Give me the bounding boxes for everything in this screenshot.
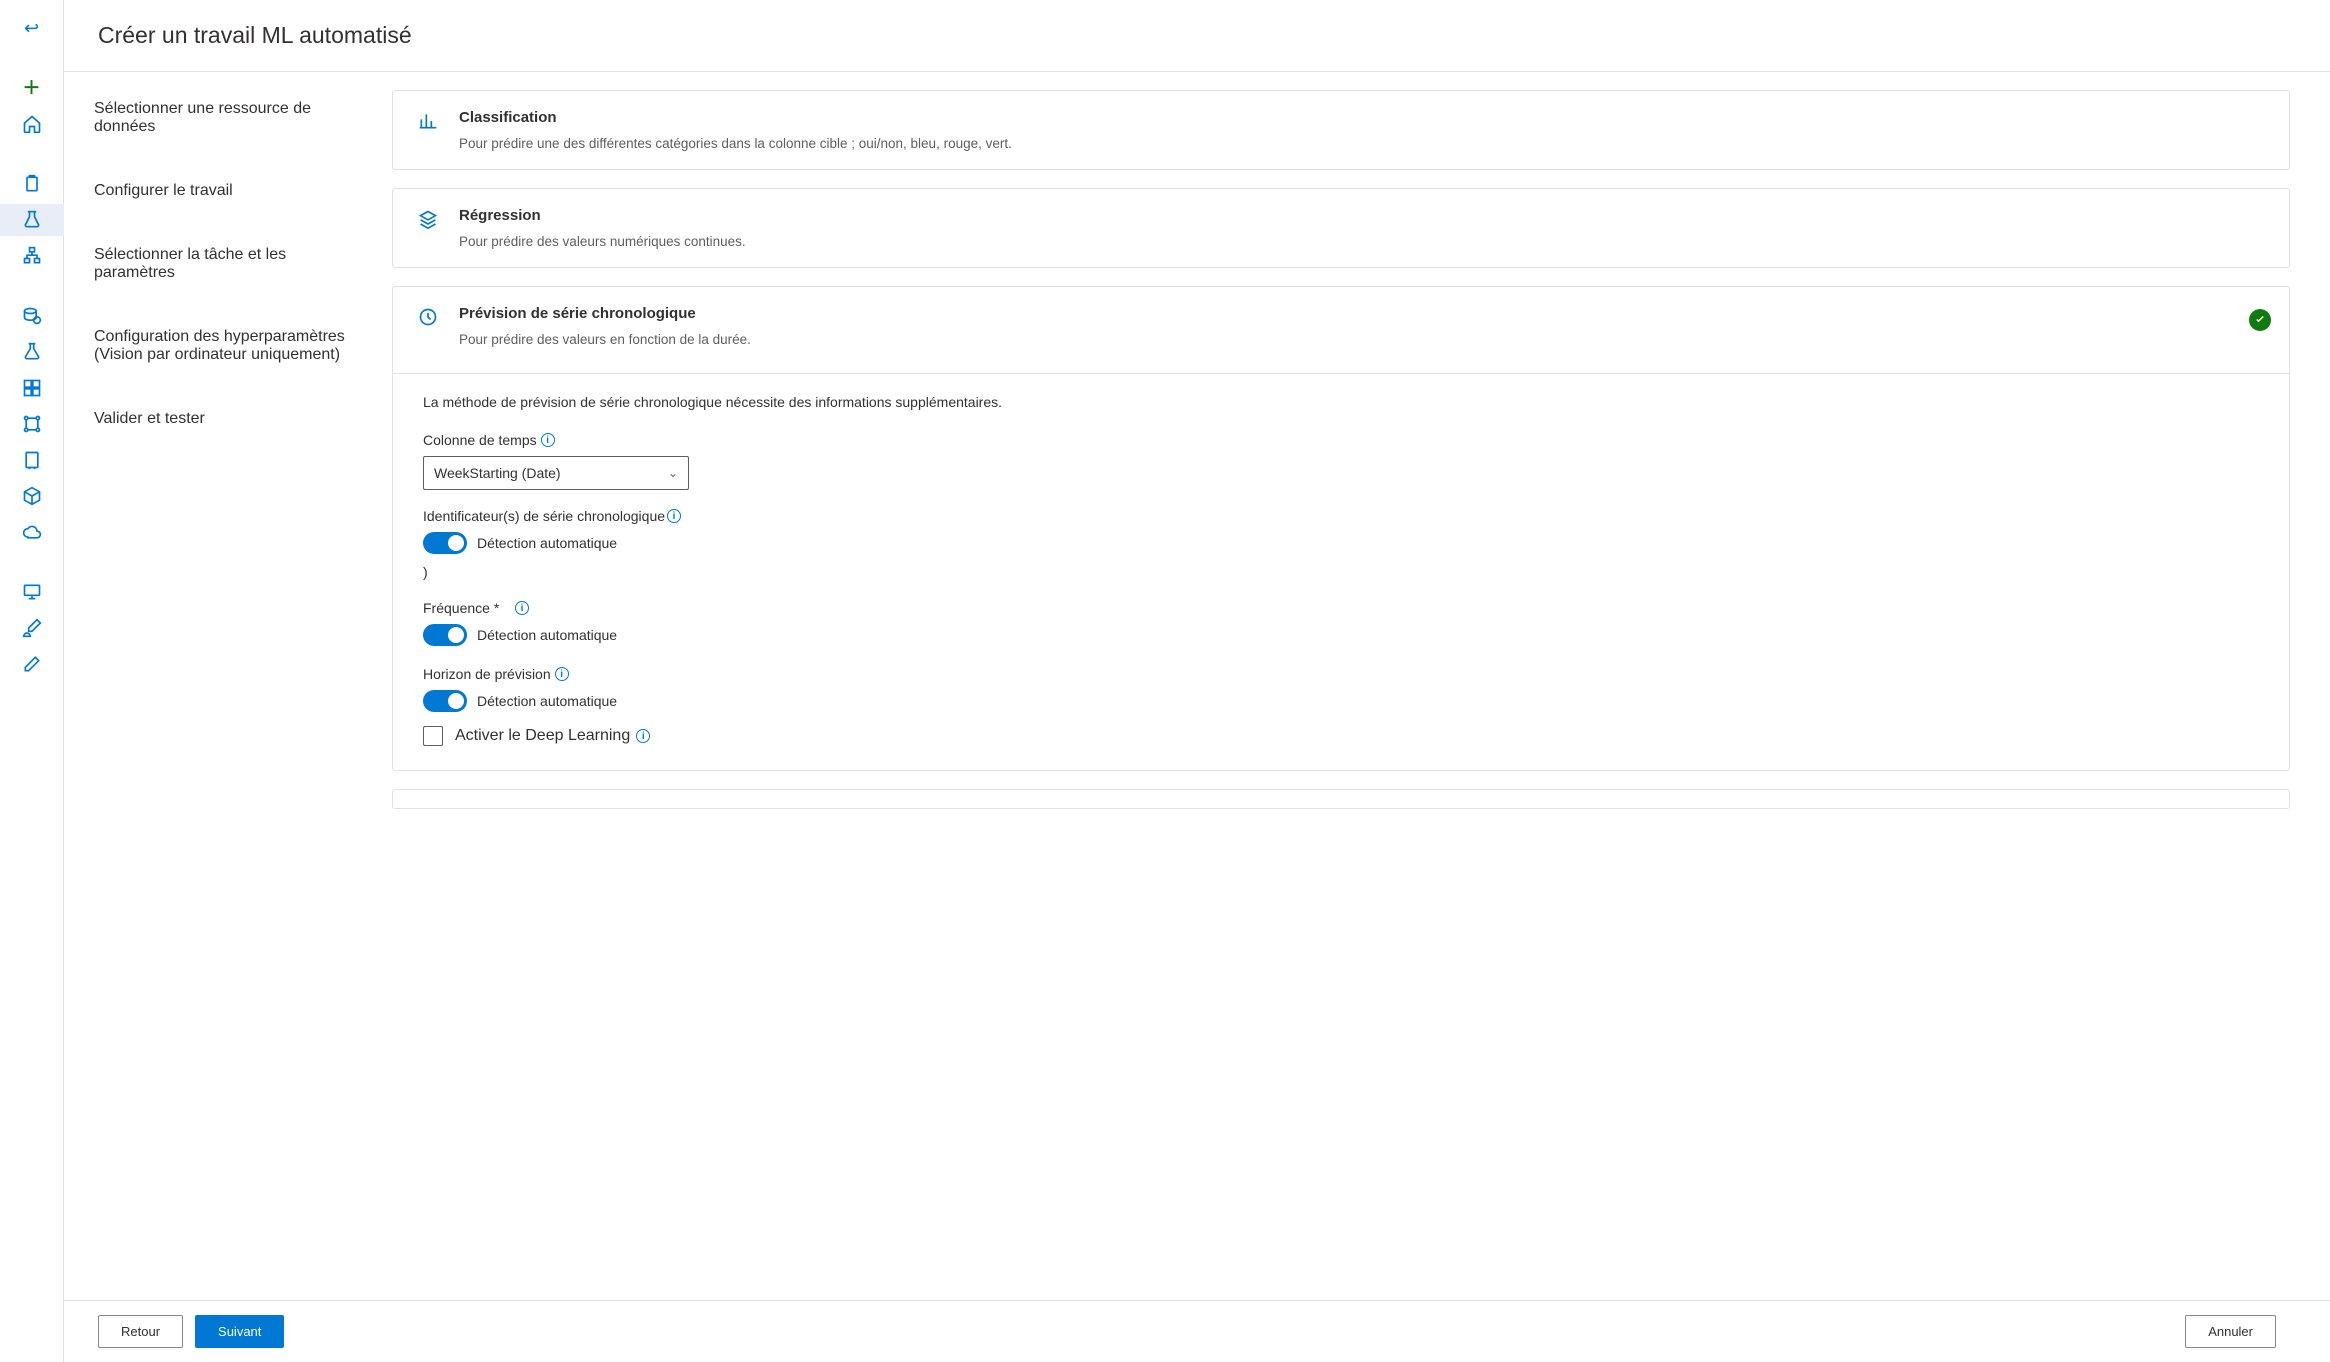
compute-icon[interactable]	[0, 444, 64, 476]
back-button[interactable]: Retour	[98, 1315, 183, 1348]
back-icon[interactable]: ↩	[0, 12, 64, 44]
forecast-helper-text: La méthode de prévision de série chronol…	[423, 394, 2259, 410]
flask-variant-icon[interactable]	[0, 204, 64, 236]
beaker-icon[interactable]	[0, 336, 64, 368]
frequency-label: Fréquence *	[423, 600, 499, 616]
wizard-steps: Sélectionner une ressource de données Co…	[64, 72, 374, 1362]
stray-paren: )	[423, 564, 2259, 580]
regression-title: Régression	[459, 207, 2265, 224]
components-icon[interactable]	[0, 372, 64, 404]
time-column-value: WeekStarting (Date)	[434, 465, 561, 481]
classification-title: Classification	[459, 109, 2265, 126]
paintbrush-icon[interactable]	[0, 612, 64, 644]
chevron-down-icon: ⌄	[668, 466, 678, 480]
sitemap-icon[interactable]	[0, 240, 64, 272]
series-id-label: Identificateur(s) de série chronologique	[423, 508, 665, 524]
add-icon[interactable]: ＋	[0, 72, 64, 104]
toggle-label: Détection automatique	[477, 535, 617, 551]
task-card-forecast[interactable]: Prévision de série chronologique Pour pr…	[392, 286, 2290, 771]
toggle-label: Détection automatique	[477, 693, 617, 709]
info-icon[interactable]: i	[667, 509, 681, 523]
deep-learning-label: Activer le Deep Learning	[455, 727, 630, 745]
task-card-next[interactable]	[392, 789, 2290, 809]
left-nav-rail: ↩ ＋	[0, 0, 64, 1362]
layers-icon	[417, 207, 439, 229]
pipeline-icon[interactable]	[0, 408, 64, 440]
clipboard-icon[interactable]	[0, 168, 64, 200]
selected-check-icon	[2249, 309, 2271, 331]
deep-learning-checkbox[interactable]	[423, 726, 443, 746]
cube-icon[interactable]	[0, 480, 64, 512]
time-column-label: Colonne de temps	[423, 432, 537, 448]
clock-icon	[417, 305, 439, 327]
wizard-step-select-data[interactable]: Sélectionner une ressource de données	[94, 100, 350, 136]
edit-icon[interactable]	[0, 648, 64, 680]
horizon-autodetect-toggle[interactable]	[423, 690, 467, 712]
regression-desc: Pour prédire des valeurs numériques cont…	[459, 234, 2265, 249]
wizard-step-validate: Valider et tester	[94, 410, 350, 428]
cancel-button[interactable]: Annuler	[2185, 1315, 2276, 1348]
monitor-icon[interactable]	[0, 576, 64, 608]
series-id-autodetect-toggle[interactable]	[423, 532, 467, 554]
horizon-label: Horizon de prévision	[423, 666, 551, 682]
wizard-footer: Retour Suivant Annuler	[64, 1300, 2330, 1362]
classification-desc: Pour prédire une des différentes catégor…	[459, 136, 2265, 151]
data-icon[interactable]	[0, 300, 64, 332]
forecast-title: Prévision de série chronologique	[459, 305, 2265, 322]
toggle-label: Détection automatique	[477, 627, 617, 643]
next-button[interactable]: Suivant	[195, 1315, 284, 1348]
time-column-select[interactable]: WeekStarting (Date) ⌄	[423, 456, 689, 490]
forecast-desc: Pour prédire des valeurs en fonction de …	[459, 332, 2265, 347]
info-icon[interactable]: i	[541, 433, 555, 447]
cloud-icon[interactable]	[0, 516, 64, 548]
forecast-settings: La méthode de prévision de série chronol…	[393, 373, 2289, 770]
wizard-step-configure-job[interactable]: Configurer le travail	[94, 182, 350, 200]
home-icon[interactable]	[0, 108, 64, 140]
info-icon[interactable]: i	[515, 601, 529, 615]
bar-chart-icon	[417, 109, 439, 131]
wizard-step-select-task[interactable]: Sélectionner la tâche et les paramètres	[94, 246, 350, 282]
task-card-regression[interactable]: Régression Pour prédire des valeurs numé…	[392, 188, 2290, 268]
wizard-step-hyperparams: Configuration des hyperparamètres (Visio…	[94, 328, 350, 364]
frequency-autodetect-toggle[interactable]	[423, 624, 467, 646]
page-header: Créer un travail ML automatisé	[64, 0, 2330, 72]
info-icon[interactable]: i	[636, 729, 650, 743]
task-card-classification[interactable]: Classification Pour prédire une des diff…	[392, 90, 2290, 170]
page-title: Créer un travail ML automatisé	[98, 22, 2296, 49]
info-icon[interactable]: i	[555, 667, 569, 681]
